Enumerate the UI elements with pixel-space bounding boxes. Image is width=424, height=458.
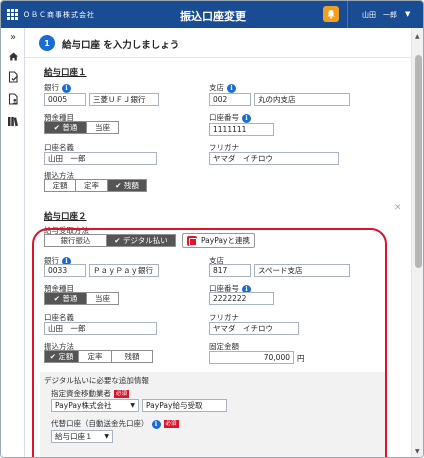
- provider-select[interactable]: PayPay株式会社 ▼: [51, 399, 139, 412]
- account2-method-option[interactable]: 残額: [112, 351, 152, 362]
- scroll-down-icon[interactable]: ▼: [415, 448, 420, 455]
- account2-kana-field[interactable]: ヤマダ イチロウ: [209, 322, 299, 335]
- main-content: 1 給与口座 を入力しましょう 給与口座１ 銀行 i 0005 三菱ＵＦＪ銀行 支…: [25, 28, 411, 457]
- account2-type-option[interactable]: ✔ 普通: [45, 293, 87, 304]
- info-icon[interactable]: i: [242, 113, 251, 123]
- paypay-connect-label: PayPayと連携: [201, 236, 250, 245]
- account2-receive-toggle: 銀行振込 ✔ デジタル払い: [44, 234, 176, 247]
- required-badge: 必須: [114, 390, 130, 398]
- paypay-logo-icon: [187, 235, 197, 246]
- header-divider: [347, 1, 348, 28]
- account2-method-option[interactable]: 定率: [79, 351, 112, 362]
- yen-unit: 円: [297, 354, 305, 363]
- scroll-up-icon[interactable]: ▲: [415, 33, 420, 40]
- account1-type-option[interactable]: 当座: [87, 122, 118, 133]
- account1-bank-name-field[interactable]: 三菱ＵＦＪ銀行: [89, 93, 159, 106]
- account1-type-option[interactable]: ✔ 普通: [45, 122, 87, 133]
- account1-method-option[interactable]: ✔ 残額: [108, 180, 146, 191]
- account2-branch-code-field[interactable]: 817: [209, 264, 251, 277]
- alt-account-label: 代替口座（自動送金先口座） i 必須: [51, 419, 179, 429]
- paypay-connect-button[interactable]: PayPayと連携: [182, 233, 255, 248]
- account2-type-toggle: ✔ 普通 当座: [44, 292, 119, 305]
- alt-account-select[interactable]: 給与口座１ ▼: [51, 430, 113, 443]
- home-icon[interactable]: [7, 50, 19, 62]
- account1-branch-label: 支店 i: [209, 82, 236, 93]
- account2-bank-name-field[interactable]: ＰａｙＰａｙ銀行: [89, 264, 159, 277]
- account2-holder-field[interactable]: 山田 一郎: [44, 322, 157, 335]
- account1-method-option[interactable]: 定率: [76, 180, 108, 191]
- scrollbar-thumb[interactable]: [415, 55, 422, 268]
- user-name[interactable]: 山田 一郎: [362, 10, 397, 20]
- document-check-icon[interactable]: [7, 71, 19, 83]
- account1-title: 給与口座１: [44, 68, 87, 78]
- account1-bank-code-field[interactable]: 0005: [44, 93, 86, 106]
- chevron-down-icon: ▼: [104, 433, 109, 440]
- step-number-badge: 1: [39, 35, 55, 51]
- account1-bank-label: 銀行 i: [44, 82, 71, 93]
- provider-label: 指定資金移動業者 必須: [51, 389, 130, 398]
- account1-method-toggle: 定額 定率 ✔ 残額: [44, 179, 147, 192]
- account2-branch-name-field[interactable]: スペード支店: [254, 264, 350, 277]
- account1-number-label: 口座番号 i: [209, 112, 251, 123]
- account1-kana-field[interactable]: ヤマダ イチロウ: [209, 152, 339, 165]
- account2-bank-code-field[interactable]: 0033: [44, 264, 86, 277]
- digital-section-label: デジタル払いに必要な追加情報: [44, 376, 149, 385]
- account2-method-option[interactable]: ✔ 定額: [45, 351, 79, 362]
- account1-branch-name-field[interactable]: 丸の内支店: [254, 93, 350, 106]
- account2-fixed-amount-field[interactable]: 70,000: [209, 351, 294, 364]
- chevron-down-icon[interactable]: ▼: [405, 10, 410, 18]
- double-chevron-right-icon[interactable]: »: [7, 31, 19, 43]
- account1-branch-code-field[interactable]: 002: [209, 93, 251, 106]
- chevron-down-icon: ▼: [130, 402, 135, 409]
- provider-text-field[interactable]: PayPay給与受取: [142, 399, 227, 412]
- account1-type-toggle: ✔ 普通 当座: [44, 121, 119, 134]
- account1-method-option[interactable]: 定額: [45, 180, 76, 191]
- step-header: 1 給与口座 を入力しましょう: [25, 28, 411, 58]
- account2-receive-option[interactable]: ✔ デジタル払い: [107, 235, 175, 246]
- account2-type-option[interactable]: 当座: [87, 293, 118, 304]
- app-window: ＯＢＣ商事株式会社 振込口座変更 山田 一郎 ▼ » 1 給与口座 を入力しまし…: [0, 0, 424, 458]
- vertical-scrollbar[interactable]: ▲ ▼: [411, 28, 423, 457]
- account2-number-field[interactable]: 2222222: [209, 292, 274, 305]
- account2-receive-option[interactable]: 銀行振込: [45, 235, 107, 246]
- page-title: 振込口座変更: [180, 10, 246, 23]
- info-icon[interactable]: i: [62, 83, 71, 93]
- step-title: 給与口座 を入力しましょう: [62, 40, 180, 51]
- info-icon[interactable]: i: [151, 419, 161, 429]
- account2-title: 給与口座２: [44, 212, 87, 222]
- account2-method-toggle: ✔ 定額 定率 残額: [44, 350, 153, 363]
- account1-holder-field[interactable]: 山田 一郎: [44, 152, 157, 165]
- close-icon[interactable]: ✕: [394, 203, 402, 213]
- account1-number-field[interactable]: 1111111: [209, 123, 274, 136]
- side-nav: »: [1, 28, 25, 457]
- required-badge: 必須: [163, 420, 179, 428]
- bell-icon[interactable]: [323, 6, 339, 22]
- header-bar: ＯＢＣ商事株式会社 振込口座変更 山田 一郎 ▼: [1, 1, 423, 28]
- document-person-icon[interactable]: [7, 93, 19, 105]
- books-icon[interactable]: [7, 115, 19, 127]
- info-icon[interactable]: i: [227, 83, 236, 93]
